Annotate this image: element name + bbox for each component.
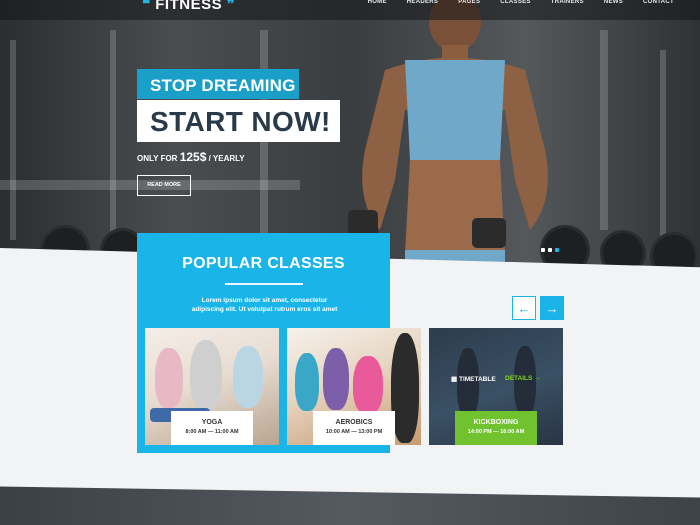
hero-headline-2: START NOW! [137,100,340,142]
class-time: 8:00 AM — 11:00 AM [185,429,239,435]
rack-post [10,40,16,240]
person-figure [391,333,419,443]
nav-trainers[interactable]: TRAINERS [531,0,584,5]
class-name: YOGA [201,419,223,426]
price-prefix: ONLY FOR [137,154,178,163]
hero-headline-1: STOP DREAMING [137,69,299,99]
title-underline [225,283,303,285]
person-figure [323,348,349,410]
class-time: 14:00 PM — 16:00 AM [467,429,525,435]
person-figure [353,356,383,414]
class-name: KICKBOXING [473,419,519,426]
class-card-kickboxing[interactable]: ▦ TIMETABLE DETAILS → KICKBOXING 14:00 P… [429,328,563,445]
slider-dot[interactable] [541,248,545,252]
class-label: KICKBOXING 14:00 PM — 16:00 AM [455,411,537,445]
arrow-right-icon: → [534,375,541,382]
site-logo[interactable]: ❝ FITNESS ❞ [142,0,235,13]
logo-text: FITNESS [155,0,223,13]
footer-band [0,486,700,525]
rack-post [600,30,608,230]
slider-dot[interactable] [548,248,552,252]
details-link[interactable]: DETAILS → [505,375,541,382]
details-label: DETAILS [505,375,533,382]
person-figure [190,340,222,410]
section-title: POPULAR CLASSES [182,255,345,272]
prev-button[interactable]: ← [512,296,536,320]
nav-classes[interactable]: CLASSES [480,0,530,5]
class-card-yoga[interactable]: YOGA 8:00 AM — 11:00 AM [145,328,279,445]
nav-contact[interactable]: CONTACT [623,0,674,5]
rack-post [110,30,116,240]
person-figure [295,353,319,411]
nav-pages[interactable]: PAGES [438,0,480,5]
class-card-aerobics[interactable]: AEROBICS 10:00 AM — 13:00 PM [287,328,421,445]
timetable-label: TIMETABLE [458,376,496,383]
section-description: Lorem ipsum dolor sit amet, consectetur … [191,297,338,313]
arrow-right-icon: → [545,300,559,316]
class-label: YOGA 8:00 AM — 11:00 AM [171,411,253,445]
read-more-button[interactable]: READ MORE [137,175,191,196]
top-navigation: ❝ FITNESS ❞ HOME HEADERS PAGES CLASSES T… [0,0,700,20]
person-figure [233,346,263,408]
next-button[interactable]: → [540,296,564,320]
slider-dot-active[interactable] [555,248,559,252]
person-figure [457,348,479,418]
main-menu: HOME HEADERS PAGES CLASSES TRAINERS NEWS… [348,0,674,5]
class-label: AEROBICS 10:00 AM — 13:00 PM [313,411,395,445]
class-name: AEROBICS [335,419,373,426]
carousel-controls: ← → [512,296,564,320]
price-value: 125$ [179,150,207,164]
calendar-icon: ▦ [451,376,458,383]
nav-headers[interactable]: HEADERS [387,0,438,5]
price-suffix: / YEARLY [208,154,245,163]
slider-dots [541,248,559,252]
logo-quote-icon: ❝ [142,0,151,13]
hero-price: ONLY FOR 125$ / YEARLY [137,150,245,164]
timetable-link[interactable]: ▦ TIMETABLE [451,375,496,383]
nav-home[interactable]: HOME [348,0,387,5]
logo-quote-icon: ❞ [226,0,236,13]
rack-post [660,50,666,240]
class-time: 10:00 AM — 13:00 PM [325,429,383,435]
arrow-left-icon: ← [517,300,531,316]
nav-news[interactable]: NEWS [584,0,623,5]
person-figure [155,348,183,408]
